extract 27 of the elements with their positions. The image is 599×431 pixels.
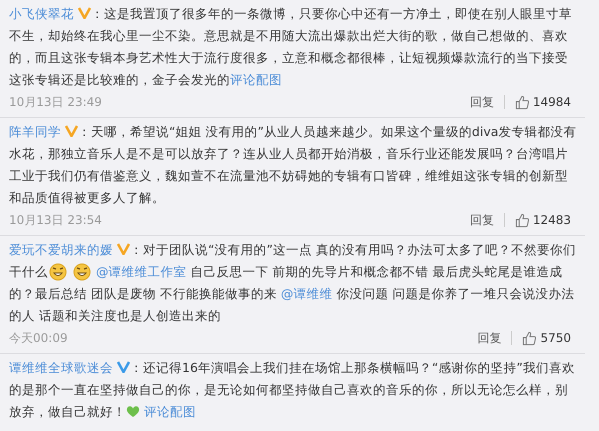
comment-text: 谭维维全球歌迷会 ：还记得16年演唱会上我们挂在场馆上那条横幅吗？“感谢你的坚持”我们喜欢的是那个一直在坚持做自己的你，是无论如何都坚持做自己喜欢的音乐的你，所以无论怎么样，别放弃，做自己就好！ 评论配图 (9, 359, 576, 421)
thumbs-up-icon[interactable] (514, 212, 530, 228)
like-count: 5750 (540, 330, 571, 347)
like-count: 12483 (532, 212, 571, 229)
thumbs-up-icon[interactable] (522, 330, 538, 346)
mention-link[interactable]: @谭维维工作室 (96, 264, 186, 279)
grinning-face-emoji-icon (72, 261, 92, 281)
timestamp: 10月13日 23:49 (9, 94, 102, 111)
like-count: 14984 (532, 94, 571, 111)
timestamp: 10月13日 23:54 (9, 212, 102, 229)
reply-link[interactable]: 回复 (477, 331, 512, 345)
user-name-link[interactable]: 谭维维全球歌迷会 (9, 360, 113, 375)
user-name-link[interactable]: 小飞侠翠花 (9, 6, 74, 21)
comment-text: 阵羊同学 ：天哪，希望说“姐姐 没有用的”从业人员越来越少。如果这个量级的diva发专辑都没有水花，那独立音乐人是不是可以放弃了？连从业人员都开始消极，音乐行业还能发展吗？台湾唱片工业于我们仍有借鉴意义，魏如萱不在流量池不妨碍她的专辑有口皆碑，维维姐这张专辑的创新型和品质值得被更多人了解。 (9, 123, 577, 207)
comment-text: 爱玩不爱胡来的媛 ：对于团队说“没有用的”这一点 真的没有用吗？办法可太多了吧？不然要你们干什么 @谭维维工作室 自己反思一下 前期的先导片和概念都不错 最后虎头蛇尾是谁造成的？最后总结 团队是废物 不行能换能做事的来 @谭维维 你没问题 问题是你养了一堆只会说没办法的人 话题和关注度也是人创造出来的 (9, 241, 577, 325)
reply-link[interactable]: 回复 (470, 213, 505, 227)
user-name-link[interactable]: 阵羊同学 (9, 124, 61, 139)
comment-text: 小飞侠翠花 ：这是我置顶了很多年的一条微博，只要你心中还有一方净土，即使在别人眼里寸草不生，却始终在我心里一尘不染。意思就是不用随大流出爆款出烂大街的歌，做自己想做的、喜欢的，而且这张专辑本身艺术性大于流行度很多，立意和概念都很棒，让短视频爆款流行的当下接受这张专辑还是比较难的，金子会发光的评论配图 (9, 5, 573, 89)
heart-icon (126, 405, 140, 418)
comment-image-link[interactable]: 评论配图 (230, 72, 282, 87)
user-name-link[interactable]: 爱玩不爱胡来的媛 (9, 242, 113, 257)
thumbs-up-icon[interactable] (514, 94, 530, 110)
mention-link[interactable]: @谭维维 (280, 286, 332, 301)
timestamp: 今天00:09 (9, 330, 68, 347)
grinning-face-emoji-icon (48, 261, 68, 281)
reply-link[interactable]: 回复 (470, 95, 505, 109)
comment-image-link[interactable]: 评论配图 (144, 404, 196, 419)
